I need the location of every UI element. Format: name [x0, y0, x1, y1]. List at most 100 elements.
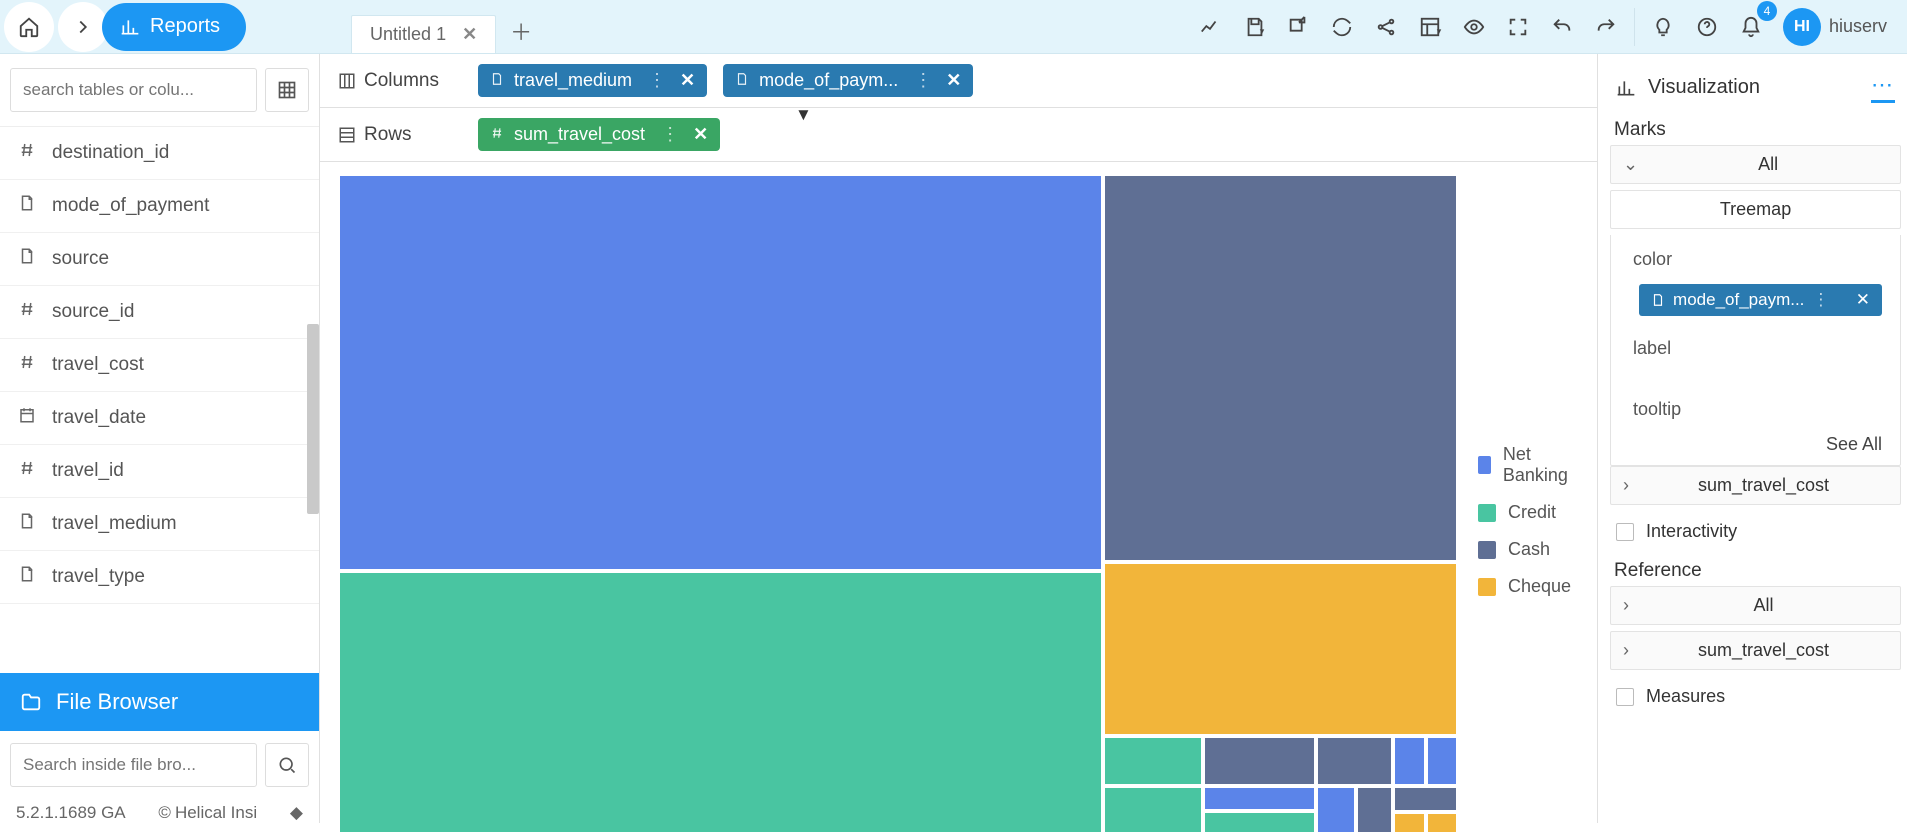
remove-pill-icon[interactable]: ✕ — [693, 124, 708, 145]
visualization-title: Visualization — [1648, 76, 1760, 99]
treemap-cell[interactable] — [1426, 812, 1458, 834]
treemap-cell[interactable] — [1356, 786, 1393, 834]
breadcrumb-reports[interactable]: Reports — [102, 3, 246, 51]
doc-icon — [18, 194, 38, 218]
column-item[interactable]: travel_type — [0, 551, 319, 604]
reference-measure-row[interactable]: ›sum_travel_cost — [1610, 631, 1901, 670]
column-item[interactable]: travel_date — [0, 392, 319, 445]
see-all-link[interactable]: See All — [1611, 430, 1900, 465]
notifications-icon[interactable]: 4 — [1729, 5, 1773, 49]
interactivity-checkbox[interactable]: Interactivity — [1610, 511, 1901, 552]
remove-pill-icon[interactable]: ✕ — [946, 70, 961, 91]
worksheet-tab[interactable]: Untitled 1 ✕ — [351, 15, 496, 53]
color-shelf-label: color — [1611, 239, 1900, 280]
column-item[interactable]: mode_of_payment — [0, 180, 319, 233]
treemap-cell[interactable] — [1203, 736, 1316, 786]
treemap-chart[interactable] — [338, 174, 1458, 834]
shelf-pill[interactable]: travel_medium⋮✕ — [478, 64, 707, 97]
marks-measure-row[interactable]: › sum_travel_cost — [1610, 466, 1901, 505]
shelf-pill[interactable]: mode_of_paym...⋮✕ — [723, 64, 973, 97]
doc-icon — [18, 565, 38, 589]
legend-item[interactable]: Cash — [1478, 539, 1573, 560]
treemap-cell[interactable] — [1393, 812, 1426, 834]
legend: Net Banking Credit Cash Cheque — [1478, 174, 1573, 834]
version-label: 5.2.1.1689 GA — [16, 803, 126, 823]
table-toggle-button[interactable] — [265, 68, 309, 112]
sidebar-menu-caret-icon[interactable]: ◆ — [290, 803, 303, 823]
remove-pill-icon[interactable]: ✕ — [680, 70, 695, 91]
treemap-cell[interactable] — [1316, 786, 1356, 834]
legend-swatch — [1478, 541, 1496, 559]
breadcrumb-next-icon[interactable] — [58, 2, 108, 52]
share-icon[interactable] — [1364, 5, 1408, 49]
column-item[interactable]: source — [0, 233, 319, 286]
rows-shelf-label: Rows — [338, 124, 458, 146]
export-icon[interactable] — [1276, 5, 1320, 49]
close-tab-icon[interactable]: ✕ — [462, 24, 477, 45]
file-browser-search-input[interactable] — [10, 743, 257, 787]
chevron-down-icon: ⌄ — [1623, 154, 1638, 175]
layout-icon[interactable]: ▾ — [1408, 5, 1452, 49]
legend-item[interactable]: Credit — [1478, 502, 1573, 523]
legend-swatch — [1478, 456, 1491, 474]
worksheet-tab-label: Untitled 1 — [370, 24, 446, 45]
doc-icon — [18, 247, 38, 271]
treemap-cell[interactable] — [338, 571, 1103, 834]
treemap-cell[interactable] — [1426, 736, 1458, 786]
refresh-icon[interactable] — [1320, 5, 1364, 49]
home-button[interactable] — [4, 2, 54, 52]
avatar[interactable]: HI — [1783, 8, 1821, 46]
treemap-cell[interactable] — [1316, 736, 1393, 786]
file-browser-search-button[interactable] — [265, 743, 309, 787]
preview-icon[interactable] — [1452, 5, 1496, 49]
sidebar-scrollbar[interactable] — [307, 324, 319, 514]
column-item[interactable]: travel_cost — [0, 339, 319, 392]
column-item[interactable]: destination_id — [0, 127, 319, 180]
company-label: © Helical Insi — [158, 803, 257, 823]
pill-type-icon — [490, 70, 504, 91]
treemap-cell[interactable] — [1203, 786, 1316, 811]
legend-item[interactable]: Net Banking — [1478, 444, 1573, 486]
treemap-cell[interactable] — [1103, 174, 1458, 562]
column-item[interactable]: travel_medium — [0, 498, 319, 551]
column-item[interactable]: travel_id — [0, 445, 319, 498]
treemap-cell[interactable] — [1393, 736, 1426, 786]
save-icon[interactable]: ▾ — [1232, 5, 1276, 49]
treemap-cell[interactable] — [1103, 736, 1203, 786]
add-tab-button[interactable]: ＋ — [496, 9, 546, 53]
username-label: hiuserv — [1829, 16, 1887, 37]
undo-icon[interactable] — [1540, 5, 1584, 49]
chevron-right-icon: › — [1623, 475, 1629, 496]
shelf-pill[interactable]: sum_travel_cost⋮✕ — [478, 118, 720, 151]
cal-icon — [18, 406, 38, 430]
tooltip-shelf-label: tooltip — [1611, 389, 1900, 430]
hash-icon — [18, 353, 38, 377]
columns-shelf-label: Columns — [338, 70, 458, 92]
legend-item[interactable]: Cheque — [1478, 576, 1573, 597]
treemap-cell[interactable] — [1103, 562, 1458, 736]
column-item[interactable]: source_id — [0, 286, 319, 339]
notification-count-badge: 4 — [1757, 1, 1777, 21]
reference-all-row[interactable]: ›All — [1610, 586, 1901, 625]
label-shelf-label: label — [1611, 328, 1900, 369]
marks-all-row[interactable]: ⌄ All — [1610, 145, 1901, 184]
redo-icon[interactable] — [1584, 5, 1628, 49]
help-icon[interactable] — [1685, 5, 1729, 49]
visualization-menu-icon[interactable]: ⋯ — [1871, 72, 1895, 103]
treemap-cell[interactable] — [338, 174, 1103, 571]
chart-type-icon[interactable] — [1188, 5, 1232, 49]
search-columns-input[interactable] — [10, 68, 257, 112]
measures-checkbox[interactable]: Measures — [1610, 676, 1901, 717]
hint-icon[interactable] — [1641, 5, 1685, 49]
legend-swatch — [1478, 578, 1496, 596]
remove-color-pill-icon[interactable]: ✕ — [1856, 290, 1870, 310]
chart-type-row[interactable]: Treemap — [1610, 190, 1901, 229]
file-browser-button[interactable]: File Browser — [0, 673, 319, 731]
pill-type-icon — [490, 124, 504, 145]
marks-section-label: Marks — [1610, 111, 1901, 145]
hash-icon — [18, 141, 38, 165]
fullscreen-icon[interactable] — [1496, 5, 1540, 49]
color-pill[interactable]: mode_of_paym... ⋮ ✕ — [1639, 284, 1882, 316]
treemap-cell[interactable] — [1103, 786, 1203, 834]
treemap-cell[interactable] — [1393, 786, 1458, 812]
